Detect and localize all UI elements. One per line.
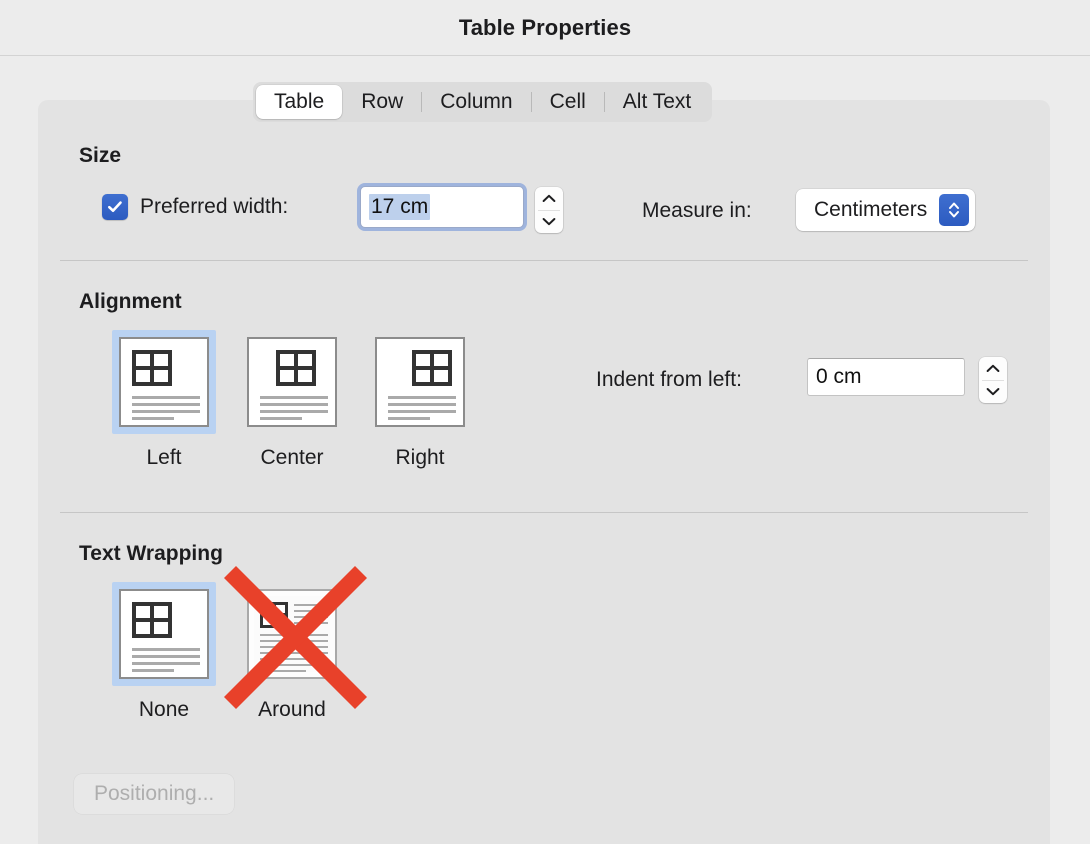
alignment-option-left-label: Left: [146, 446, 182, 469]
checkmark-icon[interactable]: [102, 194, 128, 220]
preferred-width-value: 17 cm: [369, 194, 431, 220]
table-properties-dialog: Table Properties Size Preferred width: 1…: [0, 0, 1090, 844]
wrap-around-icon[interactable]: [240, 582, 344, 686]
dialog-content-panel: Size Preferred width: 17 cm Measure in: …: [38, 100, 1050, 844]
tab-column[interactable]: Column: [422, 85, 530, 119]
preferred-width-checkbox-row[interactable]: Preferred width:: [102, 194, 288, 220]
wrap-none-option[interactable]: None: [112, 582, 216, 722]
alignment-option-left[interactable]: Left: [112, 330, 216, 470]
align-right-icon[interactable]: [368, 330, 472, 434]
measure-in-value: Centimeters: [814, 198, 928, 221]
tab-alt-text-label: Alt Text: [622, 90, 692, 113]
separator-size-alignment: [60, 260, 1028, 261]
alignment-section-heading: Alignment: [79, 290, 182, 313]
indent-from-left-value: 0 cm: [816, 365, 862, 388]
alignment-option-center[interactable]: Center: [240, 330, 344, 470]
measure-in-select[interactable]: Centimeters: [796, 189, 976, 231]
wrap-around-label: Around: [258, 698, 326, 721]
tab-row[interactable]: Row: [343, 85, 421, 119]
indent-from-left-input[interactable]: 0 cm: [807, 358, 965, 396]
text-wrapping-section-heading: Text Wrapping: [79, 542, 223, 565]
chevron-down-icon: [986, 388, 1000, 396]
separator-alignment-wrapping: [60, 512, 1028, 513]
dialog-titlebar: Table Properties: [0, 0, 1090, 56]
alignment-option-center-label: Center: [260, 446, 324, 469]
tab-alt-text[interactable]: Alt Text: [605, 85, 709, 119]
dialog-tabbar[interactable]: Table Row Column Cell Alt Text: [253, 82, 713, 122]
alignment-option-right[interactable]: Right: [368, 330, 472, 470]
indent-from-left-stepper[interactable]: [979, 357, 1007, 403]
indent-from-left-label: Indent from left:: [596, 368, 742, 391]
alignment-option-right-label: Right: [395, 446, 445, 469]
chevron-up-icon: [542, 194, 556, 202]
wrap-around-option[interactable]: Around: [240, 582, 344, 722]
tab-table-label: Table: [274, 90, 325, 113]
preferred-width-stepper[interactable]: [535, 187, 563, 233]
tab-cell[interactable]: Cell: [532, 85, 604, 119]
align-left-icon[interactable]: [112, 330, 216, 434]
tab-column-label: Column: [440, 90, 513, 113]
chevron-down-icon: [542, 218, 556, 226]
stepper-down-button[interactable]: [979, 381, 1007, 404]
chevron-up-icon: [986, 364, 1000, 372]
size-section-heading: Size: [79, 144, 122, 167]
tab-cell-label: Cell: [549, 90, 586, 113]
dialog-title: Table Properties: [458, 14, 632, 40]
positioning-button-label: Positioning...: [94, 782, 215, 805]
wrap-none-icon[interactable]: [112, 582, 216, 686]
stepper-up-button[interactable]: [535, 187, 563, 210]
wrap-none-label: None: [138, 698, 190, 721]
measure-in-label: Measure in:: [642, 199, 752, 222]
preferred-width-input[interactable]: 17 cm: [360, 186, 524, 228]
tab-table[interactable]: Table: [256, 85, 343, 119]
stepper-down-button[interactable]: [535, 211, 563, 234]
positioning-button[interactable]: Positioning...: [74, 774, 235, 814]
preferred-width-label: Preferred width:: [140, 195, 289, 218]
align-center-icon[interactable]: [240, 330, 344, 434]
chevron-up-down-icon[interactable]: [939, 194, 970, 226]
stepper-up-button[interactable]: [979, 357, 1007, 380]
tab-row-label: Row: [361, 90, 404, 113]
